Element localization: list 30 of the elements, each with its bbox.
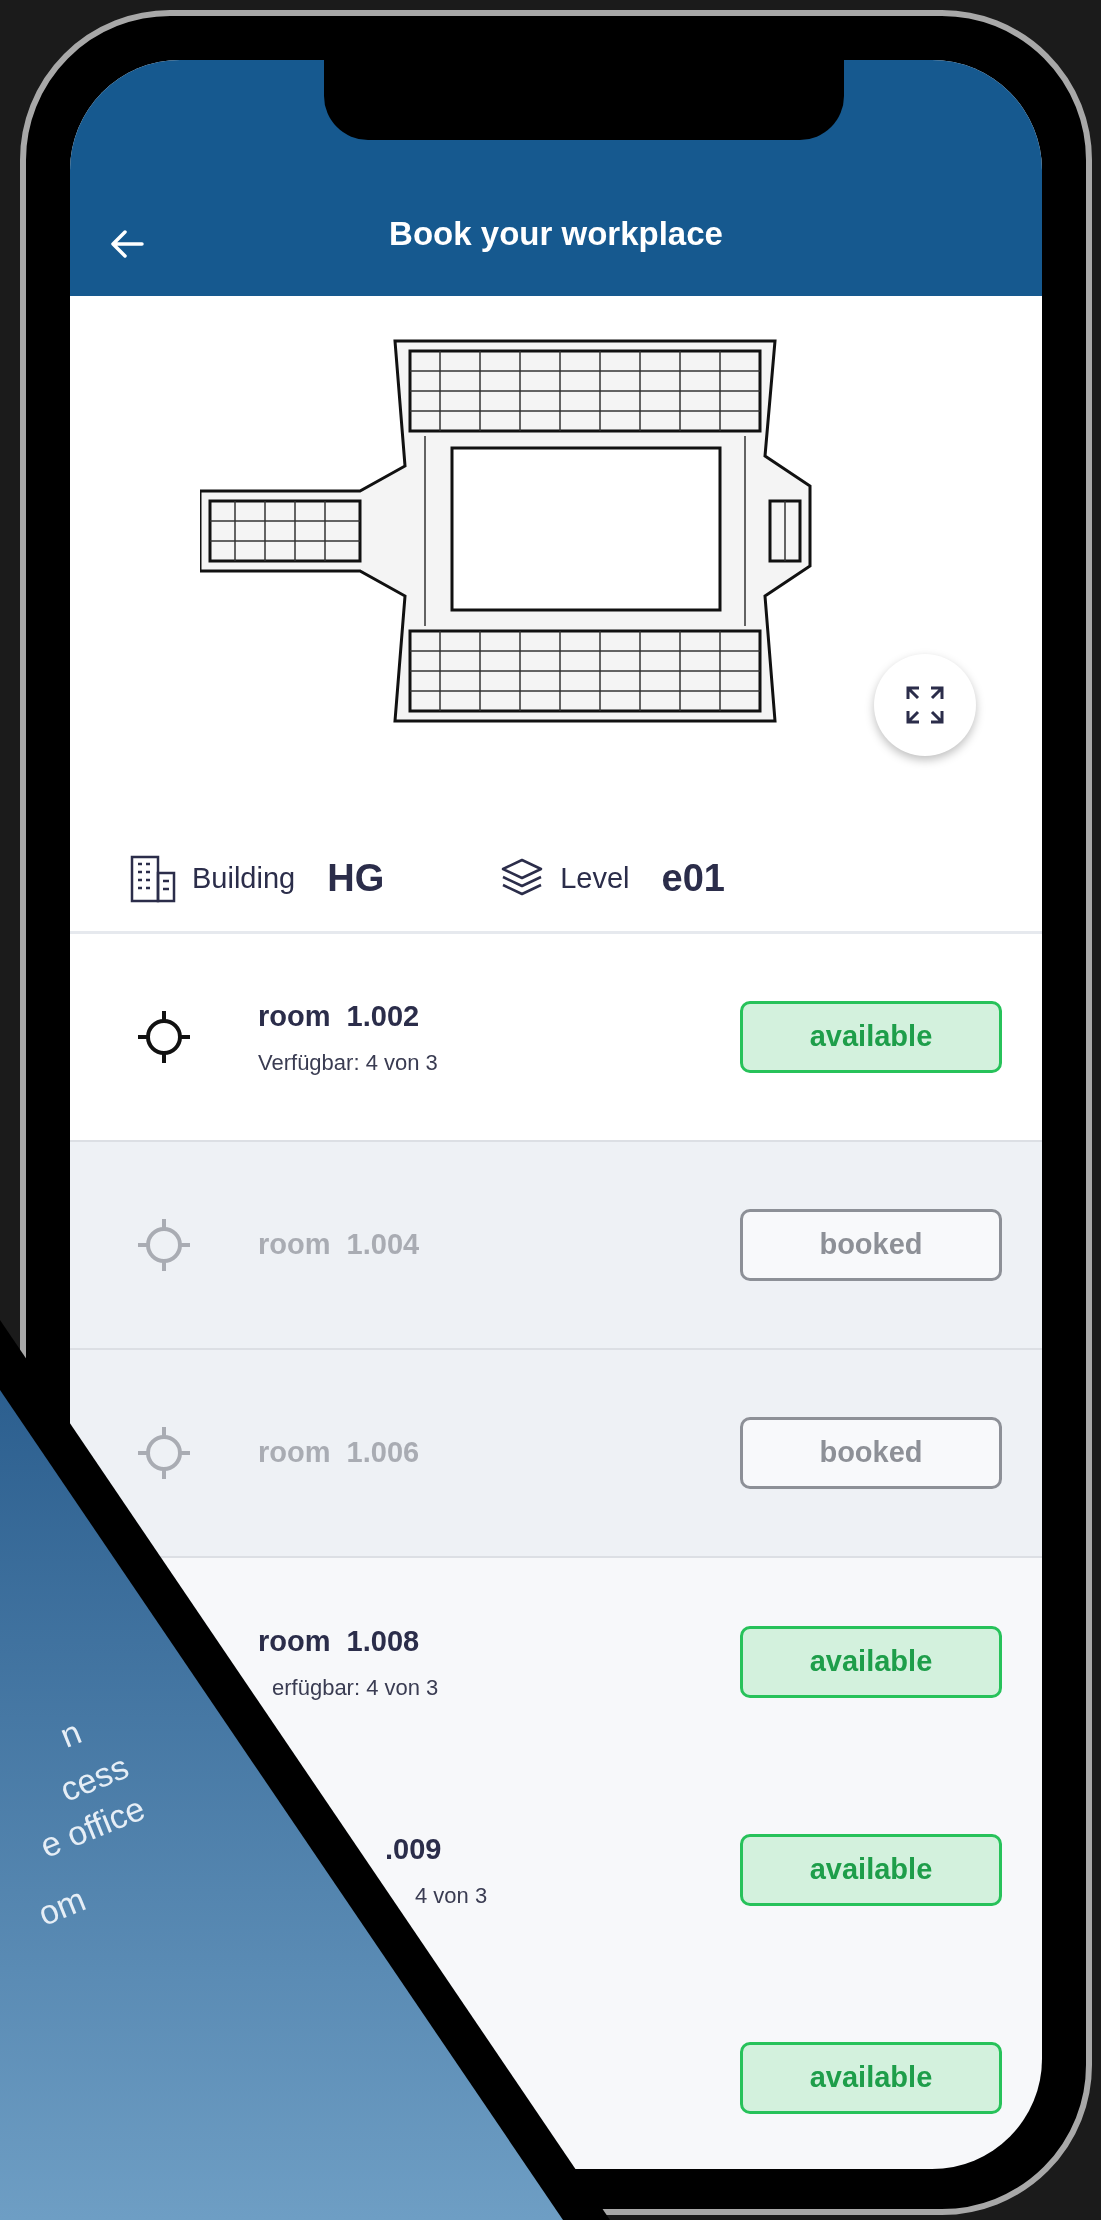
crosshair-icon <box>138 1217 190 1273</box>
room-name: room 1.006 <box>258 1435 420 1471</box>
expand-icon <box>905 685 945 725</box>
room-row[interactable]: room 1.004 booked <box>70 1142 1042 1350</box>
promo-text: n <box>53 1711 88 1757</box>
room-row[interactable]: room 1.006 booked <box>70 1350 1042 1558</box>
level-value: e01 <box>661 856 725 901</box>
room-name: room 1.008 <box>258 1623 420 1659</box>
promo-text: om <box>31 1878 92 1935</box>
room-name: .009 <box>384 1831 442 1867</box>
availability-text: Verfügbar: 4 von 3 <box>258 1049 438 1078</box>
screen-title: Book your workplace <box>389 214 723 252</box>
status-button[interactable]: available <box>740 1834 1002 1906</box>
status-button[interactable]: available <box>740 1626 1002 1698</box>
availability-text: erfügbar: 4 von 3 <box>271 1674 439 1703</box>
availability-text: 4 von 3 <box>414 1882 488 1911</box>
building-value: HG <box>327 856 385 901</box>
status-button[interactable]: available <box>740 1001 1002 1073</box>
building-icon <box>130 854 176 903</box>
expand-button[interactable] <box>874 654 976 756</box>
room-name: room 1.004 <box>258 1227 420 1263</box>
back-arrow-icon[interactable] <box>110 230 144 258</box>
crosshair-icon <box>138 1425 190 1481</box>
building-label: Building <box>192 860 296 896</box>
room-name: room 1.002 <box>258 998 420 1034</box>
level-label: Level <box>560 860 630 896</box>
status-button[interactable]: booked <box>740 1209 1002 1281</box>
status-button[interactable]: available <box>740 2042 1002 2114</box>
crosshair-icon <box>138 1009 190 1065</box>
status-button[interactable]: booked <box>740 1417 1002 1489</box>
